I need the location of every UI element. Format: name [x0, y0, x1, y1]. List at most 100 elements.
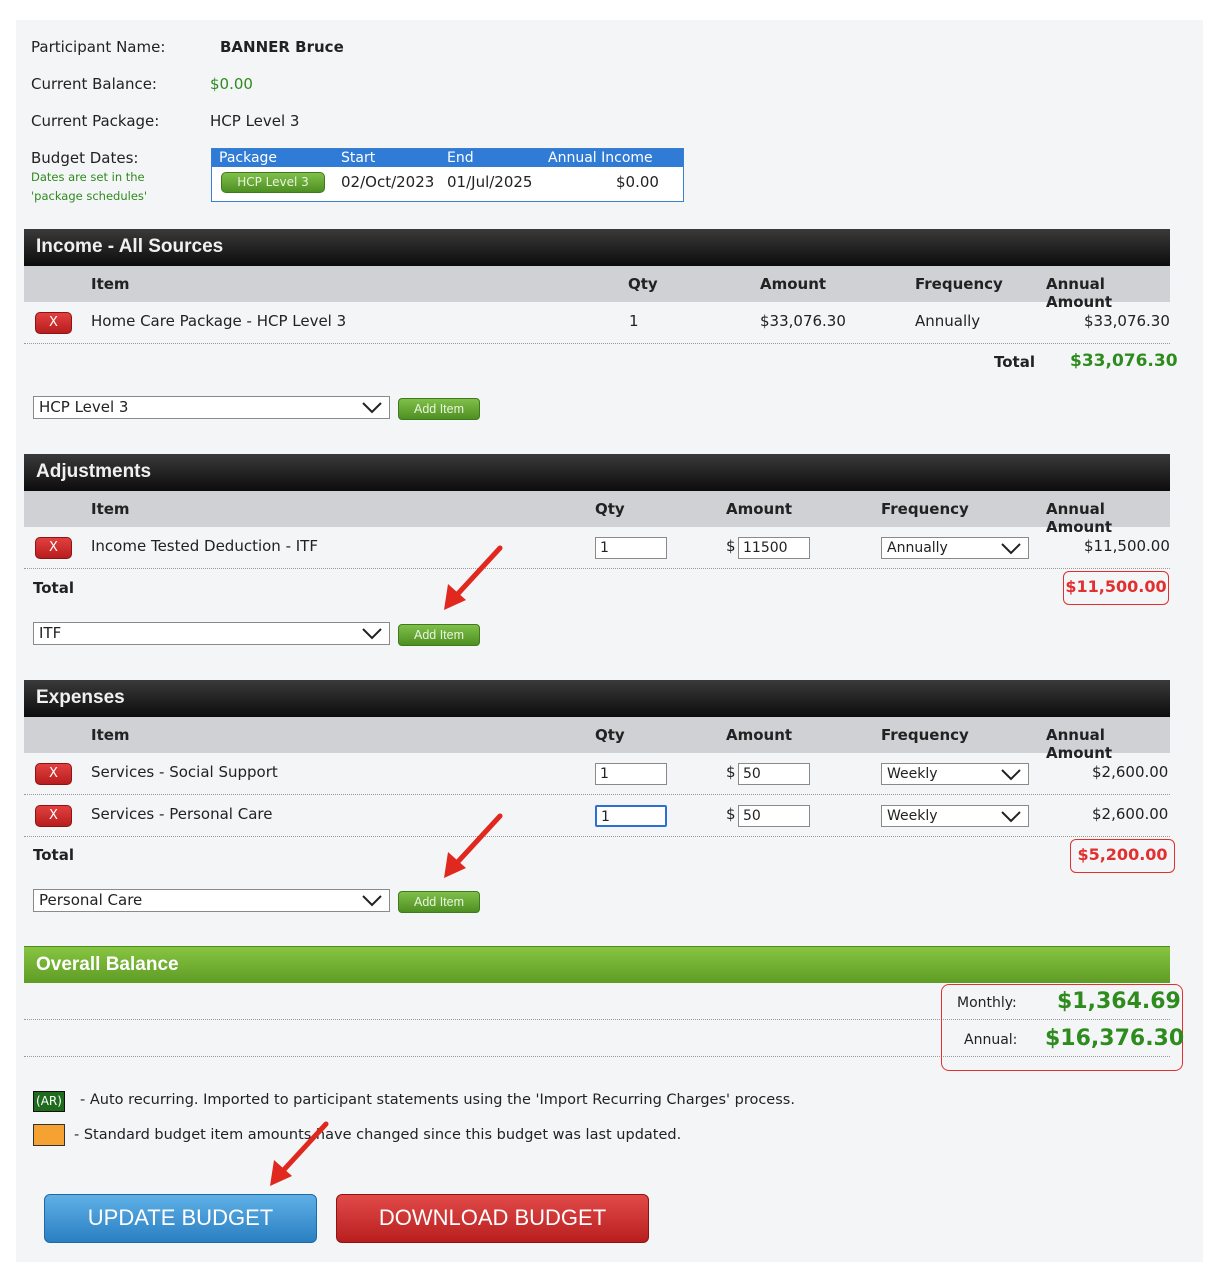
remove-button[interactable]: X — [35, 537, 72, 559]
expense-row: X Services - Social Support 1 $ 50 Weekl… — [24, 753, 1170, 795]
qty-input[interactable]: 1 — [595, 537, 667, 559]
download-budget-button[interactable]: DOWNLOAD BUDGET — [336, 1194, 649, 1243]
chevron-down-icon — [1001, 543, 1021, 555]
item-annual: $2,600.00 — [1092, 805, 1169, 823]
start-date: 02/Oct/2023 — [341, 173, 435, 191]
col-amount: Amount — [760, 275, 827, 293]
income-row: X Home Care Package - HCP Level 3 1 $33,… — [24, 302, 1170, 344]
end-date: 01/Jul/2025 — [447, 173, 533, 191]
annual-income-value: $0.00 — [616, 173, 659, 191]
col-qty: Qty — [595, 500, 625, 518]
item-annual: $33,076.30 — [1084, 312, 1170, 330]
col-item: Item — [91, 500, 130, 518]
currency-symbol: $ — [726, 537, 736, 555]
budget-dates-label: Budget Dates: — [31, 149, 139, 167]
expense-row: X Services - Personal Care 1 $ 50 Weekly… — [24, 795, 1170, 837]
arrow-annotation-icon — [444, 545, 503, 610]
expenses-add-item-button[interactable]: Add Item — [398, 891, 480, 913]
frequency-select[interactable]: Weekly — [881, 763, 1029, 785]
chevron-down-icon — [1001, 769, 1021, 781]
select-value: Annually — [887, 540, 948, 556]
participant-value: BANNER Bruce — [220, 38, 344, 56]
balance-label: Current Balance: — [31, 75, 157, 93]
package-label: Current Package: — [31, 112, 160, 130]
budget-panel: Participant Name: BANNER Bruce Current B… — [16, 20, 1203, 1262]
col-start: Start — [341, 150, 376, 166]
remove-button[interactable]: X — [35, 805, 72, 827]
item-annual: $11,500.00 — [1084, 537, 1170, 555]
qty-input[interactable]: 1 — [595, 805, 667, 827]
adjustments-section-header: Adjustments — [24, 454, 1170, 491]
item-name: Services - Personal Care — [91, 805, 273, 823]
balance-value: $0.00 — [210, 75, 253, 93]
col-item: Item — [91, 275, 130, 293]
item-amount: $33,076.30 — [760, 312, 846, 330]
col-annual-income: Annual Income — [548, 150, 653, 166]
item-name: Income Tested Deduction - ITF — [91, 537, 318, 555]
adjustments-total-label: Total — [33, 579, 74, 597]
income-column-header: Item Qty Amount Frequency Annual Amount — [24, 266, 1170, 311]
currency-symbol: $ — [726, 763, 736, 781]
chevron-down-icon — [362, 402, 382, 414]
frequency-select[interactable]: Annually — [881, 537, 1029, 559]
budget-dates-note: Dates are set in the 'package schedules' — [31, 170, 148, 203]
item-name: Services - Social Support — [91, 763, 278, 781]
annual-value: $16,376.30 — [1045, 1026, 1185, 1051]
overall-balance-header: Overall Balance — [24, 946, 1170, 983]
select-value: HCP Level 3 — [39, 398, 129, 416]
adjustments-item-select[interactable]: ITF — [33, 622, 390, 645]
amount-input[interactable]: 50 — [738, 763, 810, 785]
expenses-column-header: Item Qty Amount Frequency Annual Amount — [24, 717, 1170, 762]
balance-summary-box: Monthly: $1,364.69 Annual: $16,376.30 — [941, 984, 1185, 1071]
income-total-label: Total — [994, 353, 1035, 371]
col-frequency: Frequency — [881, 500, 969, 518]
income-add-item-button[interactable]: Add Item — [398, 398, 480, 420]
expenses-total-label: Total — [33, 846, 74, 864]
arrow-annotation-icon — [444, 813, 503, 878]
adjustments-column-header: Item Qty Amount Frequency Annual Amount — [24, 491, 1170, 536]
currency-symbol: $ — [726, 805, 736, 823]
remove-button[interactable]: X — [35, 763, 72, 785]
update-budget-button[interactable]: UPDATE BUDGET — [44, 1194, 317, 1243]
col-item: Item — [91, 726, 130, 744]
budget-dates-row: HCP Level 3 02/Oct/2023 01/Jul/2025 $0.0… — [212, 167, 683, 201]
col-package: Package — [219, 150, 278, 166]
col-frequency: Frequency — [915, 275, 1003, 293]
qty-input[interactable]: 1 — [595, 763, 667, 785]
remove-button[interactable]: X — [35, 312, 72, 334]
item-name: Home Care Package - HCP Level 3 — [91, 312, 347, 330]
col-qty: Qty — [595, 726, 625, 744]
income-section-header: Income - All Sources — [24, 229, 1170, 266]
item-frequency: Annually — [915, 312, 981, 330]
amount-input[interactable]: 50 — [738, 805, 810, 827]
chevron-down-icon — [362, 895, 382, 907]
package-value: HCP Level 3 — [210, 112, 300, 130]
arrow-annotation-icon — [270, 1121, 329, 1186]
select-value: Weekly — [887, 766, 938, 782]
expenses-total-value: $5,200.00 — [1070, 839, 1175, 873]
amount-input[interactable]: 11500 — [738, 537, 810, 559]
frequency-select[interactable]: Weekly — [881, 805, 1029, 827]
package-badge[interactable]: HCP Level 3 — [221, 172, 325, 193]
adjustments-total-value: $11,500.00 — [1063, 571, 1169, 605]
select-value: Weekly — [887, 808, 938, 824]
col-frequency: Frequency — [881, 726, 969, 744]
adjustments-add-item-button[interactable]: Add Item — [398, 624, 480, 646]
budget-dates-table: Package Start End Annual Income HCP Leve… — [211, 148, 684, 202]
auto-recurring-badge: (AR) — [33, 1091, 65, 1112]
col-amount: Amount — [726, 726, 793, 744]
select-value: ITF — [39, 624, 62, 642]
item-annual: $2,600.00 — [1092, 763, 1169, 781]
col-amount: Amount — [726, 500, 793, 518]
monthly-label: Monthly: — [957, 995, 1017, 1011]
monthly-value: $1,364.69 — [1057, 989, 1181, 1014]
adjustment-row: X Income Tested Deduction - ITF 1 $ 1150… — [24, 527, 1170, 569]
expenses-item-select[interactable]: Personal Care — [33, 889, 390, 912]
item-qty: 1 — [629, 312, 639, 330]
income-total-value: $33,076.30 — [1070, 351, 1178, 371]
income-item-select[interactable]: HCP Level 3 — [33, 396, 390, 419]
changed-amount-text: - Standard budget item amounts have chan… — [74, 1127, 682, 1143]
expenses-section-header: Expenses — [24, 680, 1170, 717]
col-qty: Qty — [628, 275, 658, 293]
budget-dates-header: Package Start End Annual Income — [212, 149, 683, 167]
